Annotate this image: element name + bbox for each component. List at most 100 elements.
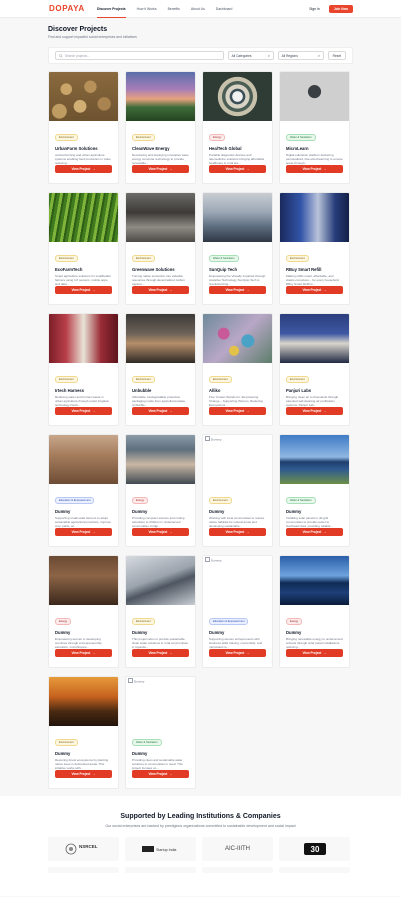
project-card[interactable]: Environment RBuy Smart Refill Making refil… — [279, 192, 350, 305]
project-card[interactable]: Energy HealTech Global Portable diagnostic… — [202, 71, 273, 184]
project-card[interactable]: Water & Sanitation Dummy Installing solar … — [279, 434, 350, 547]
category-badge: Environment — [286, 255, 309, 262]
supporter-logo-placeholder — [202, 867, 273, 873]
project-image: Dummy — [203, 435, 272, 484]
nav-link-about[interactable]: About Us — [191, 0, 205, 18]
arrow-right-icon: → — [169, 409, 173, 413]
svg-text:NSRCEL: NSRCEL — [79, 844, 98, 849]
arrow-right-icon: → — [92, 167, 96, 171]
project-card[interactable]: Environment UrbanFarm Solutions vertical f… — [48, 71, 119, 184]
project-card[interactable]: Environment Panjuri Labs Bringing clean ai… — [279, 313, 350, 426]
view-project-button[interactable]: View Project → — [286, 649, 343, 657]
project-image — [49, 193, 118, 242]
project-title: Alliko — [209, 388, 221, 393]
view-project-button[interactable]: View Project → — [286, 407, 343, 415]
project-card[interactable]: Energy Dummy Empowering women in developin… — [48, 555, 119, 668]
supporter-logo-30: 30 — [279, 837, 350, 861]
category-badge: Environment — [55, 255, 78, 262]
view-project-button[interactable]: View Project → — [209, 286, 266, 294]
category-select[interactable]: All Categories ▾ — [227, 51, 274, 60]
project-card[interactable]: Education & Empowerment Dummy Supporting s… — [48, 434, 119, 547]
view-project-button[interactable]: View Project → — [286, 528, 343, 536]
project-title: Dummy — [55, 751, 71, 756]
project-title: Greenwave Solutions — [132, 267, 175, 272]
view-project-button[interactable]: View Project → — [209, 528, 266, 536]
project-card[interactable]: Environment Greenwave Solutions Turning na… — [125, 192, 196, 305]
region-select[interactable]: All Regions ▾ — [277, 51, 324, 60]
nav-link-benefits[interactable]: Benefits — [168, 0, 180, 18]
view-project-button[interactable]: View Project → — [132, 286, 189, 294]
view-project-button[interactable]: View Project → — [132, 649, 189, 657]
project-card[interactable]: Environment EcoFarmTech Smart agriculture … — [48, 192, 119, 305]
supporters-subtitle: Our social enterprises are backed by pre… — [105, 824, 296, 828]
view-project-label: View Project — [225, 530, 245, 534]
project-title: Dummy — [286, 630, 302, 635]
project-description: Providing clean and sustainable water so… — [132, 758, 183, 770]
view-project-button[interactable]: View Project → — [55, 407, 112, 415]
project-card[interactable]: Environment Unbubble Affordable, biodegrad… — [125, 313, 196, 426]
view-project-button[interactable]: View Project → — [55, 770, 112, 778]
arrow-right-icon: → — [92, 288, 96, 292]
view-project-button[interactable]: View Project → — [132, 407, 189, 415]
project-card[interactable]: Energy Dummy Bringing renewable energy to … — [279, 555, 350, 668]
project-card[interactable]: Environment Irtech Harness Reducing water … — [48, 313, 119, 426]
project-description: Bringing clean air to thousands through … — [286, 395, 339, 407]
project-card[interactable]: Dummy Water & Sanitation Dummy Providing cl… — [125, 676, 196, 789]
view-project-button[interactable]: View Project → — [55, 286, 112, 294]
view-project-button[interactable]: View Project → — [286, 286, 343, 294]
view-project-label: View Project — [148, 530, 168, 534]
project-title: Dummy — [132, 509, 148, 514]
category-badge: Environment — [55, 376, 78, 383]
project-description: Empowering women in developing countries… — [55, 637, 102, 649]
supporters-title: Supported by Leading Institutions & Comp… — [120, 813, 281, 820]
view-project-button[interactable]: View Project → — [132, 165, 189, 173]
view-project-button[interactable]: View Project → — [55, 165, 112, 173]
view-project-button[interactable]: View Project → — [209, 407, 266, 415]
category-badge: Water & Sanitation — [286, 134, 316, 141]
view-project-button[interactable]: View Project → — [132, 770, 189, 778]
arrow-right-icon: → — [323, 530, 327, 534]
project-image — [126, 72, 195, 121]
arrow-right-icon: → — [169, 530, 173, 534]
project-title: HealTech Global — [209, 146, 242, 151]
reset-button[interactable]: Reset — [327, 51, 346, 60]
project-card[interactable]: Environment Dummy Restoring forest ecosyst… — [48, 676, 119, 789]
project-card[interactable]: Environment Alliko Five Yuvaan Stands for:… — [202, 313, 273, 426]
project-image: Dummy — [203, 556, 272, 605]
nav-link-how-it-works[interactable]: How it Works — [137, 0, 157, 18]
brand-logo[interactable]: DOPAYA — [49, 4, 97, 13]
project-image — [280, 314, 349, 363]
project-image — [203, 72, 272, 121]
view-project-button[interactable]: View Project → — [55, 649, 112, 657]
category-badge: Energy — [209, 134, 226, 141]
project-image — [280, 556, 349, 605]
project-title: CleanWave Energy — [132, 146, 170, 151]
view-project-label: View Project — [71, 288, 91, 292]
category-badge: Environment — [132, 618, 155, 625]
view-project-button[interactable]: View Project → — [209, 649, 266, 657]
project-card[interactable]: Water & Sanitation SunQuip Tech Empowering… — [202, 192, 273, 305]
project-description: Making refills smart, affordable, and pl… — [286, 274, 340, 286]
project-card[interactable]: Dummy Education & Empowerment Dummy Support… — [202, 555, 273, 668]
view-project-button[interactable]: View Project → — [132, 528, 189, 536]
project-card[interactable]: Energy Dummy Providing computer science an… — [125, 434, 196, 547]
project-description: Portable diagnostic devices and telemedi… — [209, 153, 265, 165]
nav-link-dashboard[interactable]: Dashboard — [216, 0, 233, 18]
supporter-logo-nsrcel: NSRCEL — [48, 837, 119, 861]
project-card[interactable]: Environment Dummy This project aims to pro… — [125, 555, 196, 668]
view-project-button[interactable]: View Project → — [209, 165, 266, 173]
project-card[interactable]: Environment CleanWave Energy Developing an… — [125, 71, 196, 184]
category-badge: Environment — [132, 376, 155, 383]
project-card[interactable]: Water & Sanitation MicroLearn Digital educ… — [279, 71, 350, 184]
nav-link-discover[interactable]: Discover Projects — [97, 0, 126, 18]
view-project-label: View Project — [71, 651, 91, 655]
view-project-button[interactable]: View Project → — [286, 165, 343, 173]
arrow-right-icon: → — [92, 409, 96, 413]
search-input[interactable]: Search projects... — [55, 51, 224, 60]
arrow-right-icon: → — [92, 530, 96, 534]
project-title: RBuy Smart Refill — [286, 267, 322, 272]
join-now-button[interactable]: Join Now — [328, 4, 353, 13]
project-card[interactable]: Dummy Environment Dummy Working with local … — [202, 434, 273, 547]
view-project-button[interactable]: View Project → — [55, 528, 112, 536]
sign-in-link[interactable]: Sign In — [309, 7, 320, 11]
